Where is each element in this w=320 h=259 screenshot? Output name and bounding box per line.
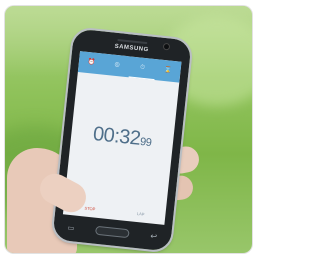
stopwatch-time: 00:32 — [91, 123, 142, 150]
stopwatch-hundredths: 99 — [139, 135, 152, 150]
back-icon[interactable]: ↩ — [150, 232, 158, 242]
earpiece-speaker — [117, 38, 148, 45]
tab-stopwatch[interactable]: ⏱ — [128, 56, 157, 81]
photo-frame: SAMSUNG ⏰ ◎ ⏱ ⌛ 00:3299 STOP LAP ▭ ↩ — [5, 6, 252, 253]
home-button[interactable] — [94, 225, 130, 239]
recent-apps-icon[interactable]: ▭ — [67, 224, 74, 233]
world-clock-icon: ◎ — [114, 61, 120, 69]
alarm-icon: ⏰ — [87, 59, 96, 66]
stopwatch-icon: ⏱ — [139, 64, 146, 71]
tab-timer[interactable]: ⌛ — [154, 59, 182, 83]
tab-world-clock[interactable]: ◎ — [103, 54, 131, 78]
stop-button[interactable]: STOP — [84, 205, 95, 211]
lap-button[interactable]: LAP — [137, 211, 145, 217]
stopwatch-display: 00:3299 — [70, 121, 174, 155]
timer-icon: ⌛ — [163, 67, 172, 74]
smartphone: SAMSUNG ⏰ ◎ ⏱ ⌛ 00:3299 STOP LAP ▭ ↩ — [50, 26, 194, 253]
clock-tabbar: ⏰ ◎ ⏱ ⌛ — [77, 51, 182, 83]
tab-alarm[interactable]: ⏰ — [78, 51, 106, 75]
